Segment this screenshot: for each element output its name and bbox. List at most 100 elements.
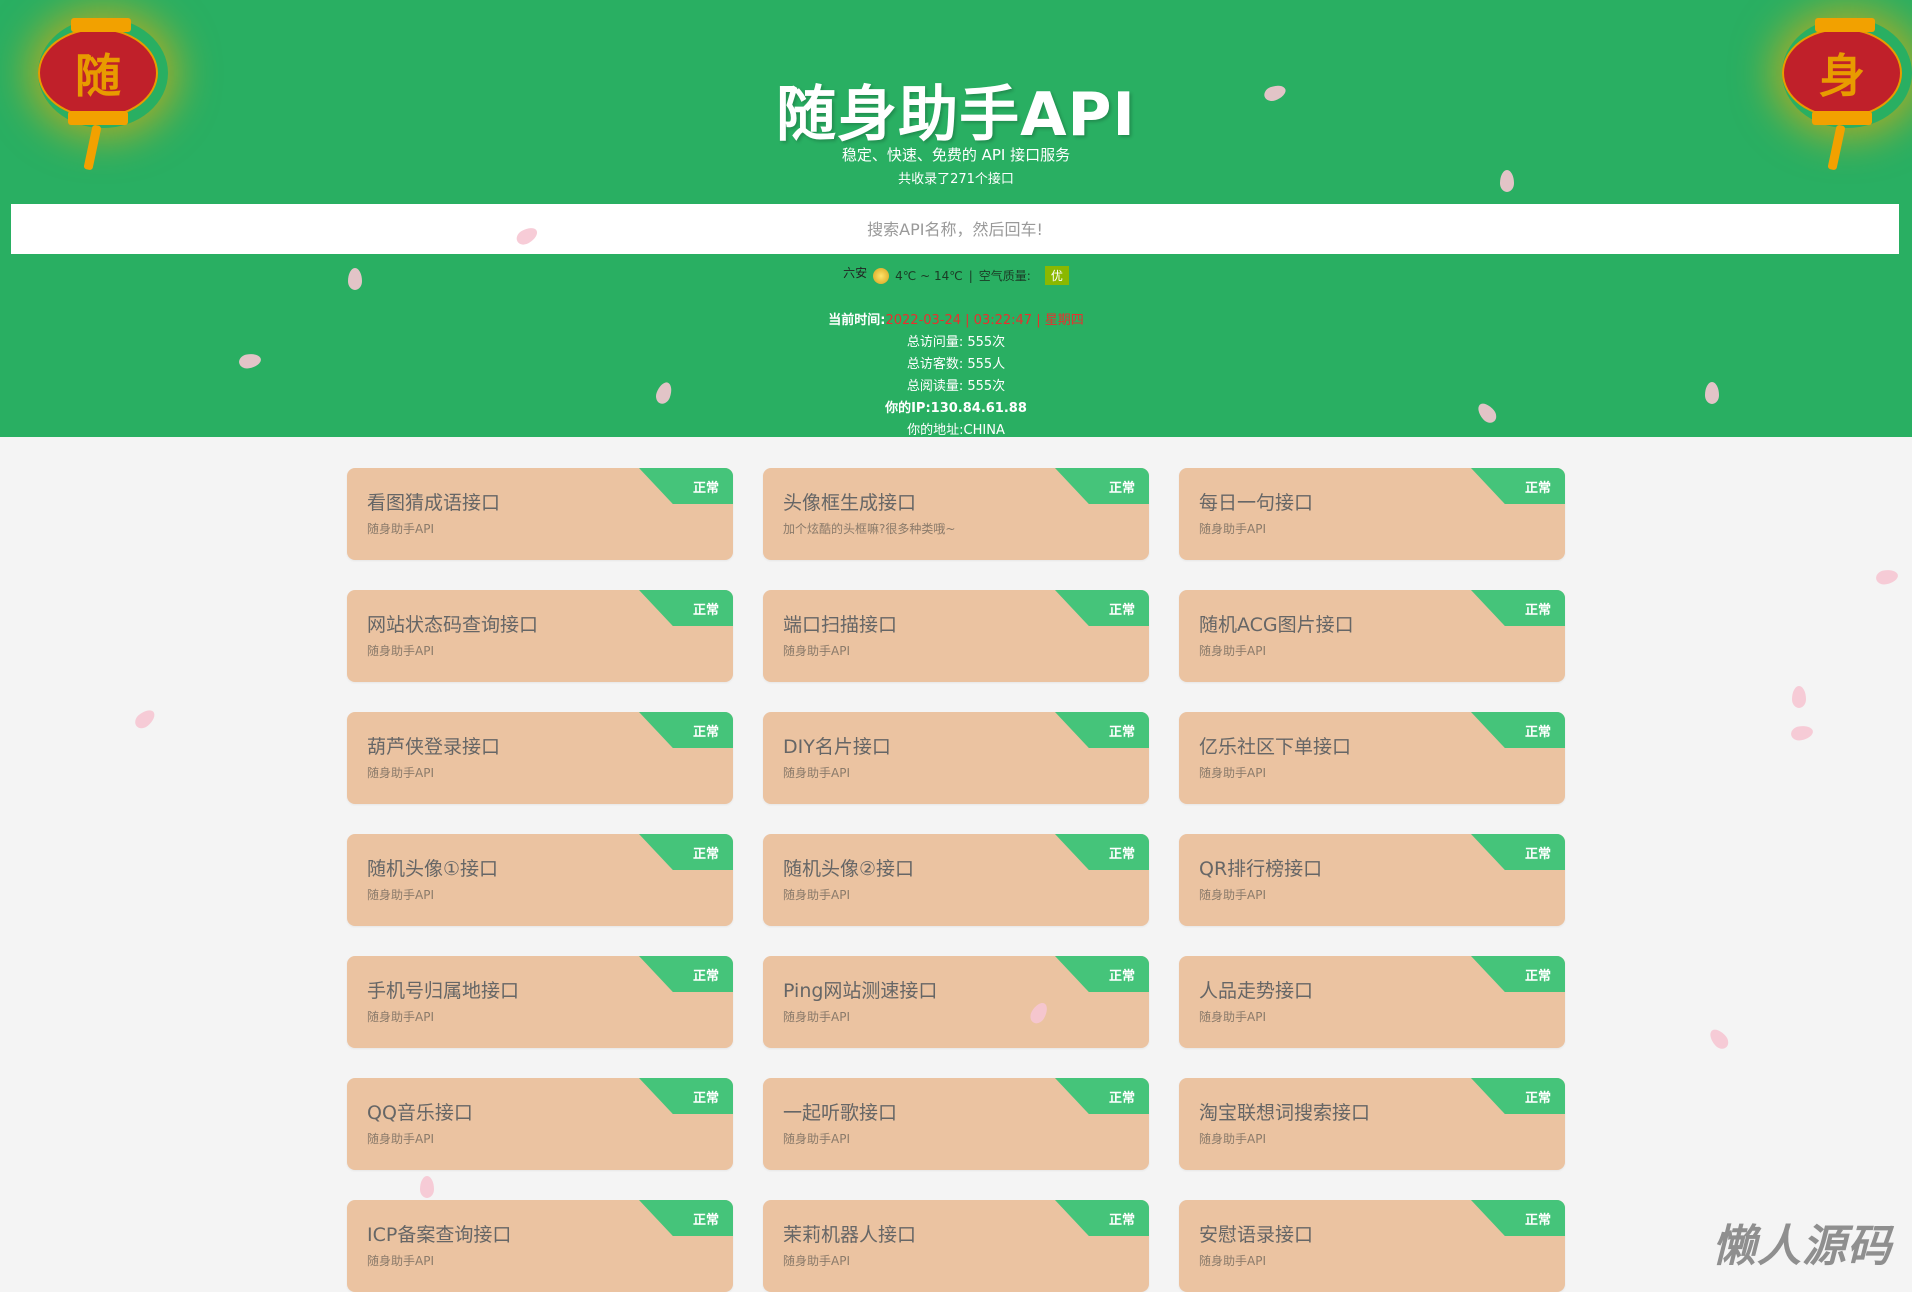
api-description: 随身助手API [1199, 522, 1266, 536]
api-description: 随身助手API [1199, 1132, 1266, 1146]
api-card[interactable]: 正常 茉莉机器人接口 随身助手API [763, 1200, 1149, 1292]
status-badge: 正常 [1471, 956, 1565, 992]
api-name: 人品走势接口 [1199, 980, 1314, 1002]
api-description: 随身助手API [1199, 644, 1266, 658]
status-label: 正常 [692, 847, 719, 862]
api-card[interactable]: 正常 葫芦侠登录接口 随身助手API [347, 712, 733, 804]
petal-decoration [1500, 170, 1514, 192]
api-description: 随身助手API [1199, 1010, 1266, 1024]
petal-decoration [348, 268, 362, 290]
status-badge: 正常 [1055, 468, 1149, 504]
api-card[interactable]: 正常 网站状态码查询接口 随身助手API [347, 590, 733, 682]
api-card[interactable]: 正常 每日一句接口 随身助手API [1179, 468, 1565, 560]
status-label: 正常 [1524, 1213, 1551, 1228]
status-badge: 正常 [639, 956, 733, 992]
total-reads: 总阅读量: 555次 [906, 379, 1006, 394]
api-card[interactable]: 正常 端口扫描接口 随身助手API [763, 590, 1149, 682]
partly-cloudy-icon [873, 267, 890, 284]
api-description: 随身助手API [367, 522, 434, 536]
status-badge: 正常 [639, 590, 733, 626]
status-badge: 正常 [639, 712, 733, 748]
user-ip: 你的IP:130.84.61.88 [885, 401, 1027, 416]
current-time: 2022-03-24 | 03:22:47 | 星期四 [885, 313, 1084, 328]
status-label: 正常 [692, 481, 719, 496]
status-label: 正常 [1524, 603, 1551, 618]
site-subtitle: 稳定、快速、免费的 API 接口服务 [841, 146, 1071, 164]
petal-decoration [132, 706, 158, 732]
petal-decoration [1706, 1026, 1732, 1052]
time-label: 当前时间: [828, 313, 886, 328]
status-label: 正常 [1524, 969, 1551, 984]
petal-decoration [420, 1176, 434, 1198]
status-label: 正常 [1524, 725, 1551, 740]
api-card[interactable]: 正常 Ping网站测速接口 随身助手API [763, 956, 1149, 1048]
api-description: 随身助手API [783, 1132, 850, 1146]
status-badge: 正常 [1055, 1200, 1149, 1236]
status-label: 正常 [1108, 725, 1135, 740]
api-name: 葫芦侠登录接口 [367, 736, 501, 758]
api-name: 每日一句接口 [1199, 492, 1314, 514]
status-badge: 正常 [1471, 1200, 1565, 1236]
air-quality-badge: 优 [1044, 266, 1069, 285]
api-card[interactable]: 正常 随机头像①接口 随身助手API [347, 834, 733, 926]
api-card[interactable]: 正常 人品走势接口 随身助手API [1179, 956, 1565, 1048]
status-badge: 正常 [1055, 590, 1149, 626]
watermark: 懒人源码 [1712, 1221, 1892, 1272]
api-description: 随身助手API [367, 644, 434, 658]
api-card[interactable]: 正常 QQ音乐接口 随身助手API [347, 1078, 733, 1170]
api-description: 随身助手API [367, 1254, 434, 1268]
api-name: ICP备案查询接口 [367, 1224, 512, 1246]
api-name: 安慰语录接口 [1199, 1224, 1314, 1246]
api-card[interactable]: 正常 随机头像②接口 随身助手API [763, 834, 1149, 926]
api-description: 随身助手API [1199, 1254, 1266, 1268]
api-card[interactable]: 正常 淘宝联想词搜索接口 随身助手API [1179, 1078, 1565, 1170]
api-card[interactable]: 正常 DIY名片接口 随身助手API [763, 712, 1149, 804]
petal-decoration [1792, 686, 1806, 708]
status-label: 正常 [692, 1213, 719, 1228]
status-badge: 正常 [1471, 590, 1565, 626]
api-card[interactable]: 正常 看图猜成语接口 随身助手API [347, 468, 733, 560]
status-badge: 正常 [1471, 834, 1565, 870]
api-card[interactable]: 正常 随机ACG图片接口 随身助手API [1179, 590, 1565, 682]
api-card[interactable]: 正常 手机号归属地接口 随身助手API [347, 956, 733, 1048]
air-quality-label: 空气质量: [978, 269, 1031, 283]
status-label: 正常 [1108, 847, 1135, 862]
api-description: 随身助手API [783, 644, 850, 658]
status-label: 正常 [1108, 1213, 1135, 1228]
petal-decoration [1705, 382, 1719, 404]
status-badge: 正常 [1055, 834, 1149, 870]
api-card[interactable]: 正常 头像框生成接口 加个炫酷的头框嘛?很多种类哦~ [763, 468, 1149, 560]
weather-temp: 4℃ ~ 14℃ [895, 268, 963, 283]
status-label: 正常 [1108, 603, 1135, 618]
api-card[interactable]: 正常 安慰语录接口 随身助手API [1179, 1200, 1565, 1292]
stats-info: 当前时间:2022-03-24 | 03:22:47 | 星期四 总访问量: 5… [0, 310, 1912, 442]
status-label: 正常 [692, 603, 719, 618]
petal-decoration [1874, 568, 1900, 586]
status-badge: 正常 [1055, 712, 1149, 748]
api-card[interactable]: 正常 QR排行榜接口 随身助手API [1179, 834, 1565, 926]
api-name: 随机头像①接口 [367, 858, 499, 880]
search-input[interactable] [11, 204, 1899, 254]
api-description: 加个炫酷的头框嘛?很多种类哦~ [783, 522, 956, 536]
status-label: 正常 [692, 969, 719, 984]
api-description: 随身助手API [783, 888, 850, 902]
status-label: 正常 [1108, 481, 1135, 496]
status-badge: 正常 [1055, 1078, 1149, 1114]
api-name: 手机号归属地接口 [367, 980, 520, 1002]
status-badge: 正常 [1055, 956, 1149, 992]
api-name: QR排行榜接口 [1199, 858, 1323, 880]
api-card[interactable]: 正常 亿乐社区下单接口 随身助手API [1179, 712, 1565, 804]
api-name: 看图猜成语接口 [367, 492, 501, 514]
weather-widget: 六安 4℃ ~ 14℃ | 空气质量: 优 [0, 266, 1912, 285]
status-label: 正常 [692, 725, 719, 740]
api-card[interactable]: 正常 一起听歌接口 随身助手API [763, 1078, 1149, 1170]
api-description: 随身助手API [367, 1132, 434, 1146]
total-visits: 总访问量: 555次 [906, 335, 1006, 350]
api-count: 共收录了271个接口 [898, 172, 1014, 187]
user-address: 你的地址:CHINA [907, 423, 1005, 438]
api-name: 茉莉机器人接口 [783, 1224, 917, 1246]
api-card[interactable]: 正常 ICP备案查询接口 随身助手API [347, 1200, 733, 1292]
api-name: Ping网站测速接口 [783, 980, 938, 1002]
api-name: 随机头像②接口 [783, 858, 915, 880]
api-name: 端口扫描接口 [783, 614, 898, 636]
